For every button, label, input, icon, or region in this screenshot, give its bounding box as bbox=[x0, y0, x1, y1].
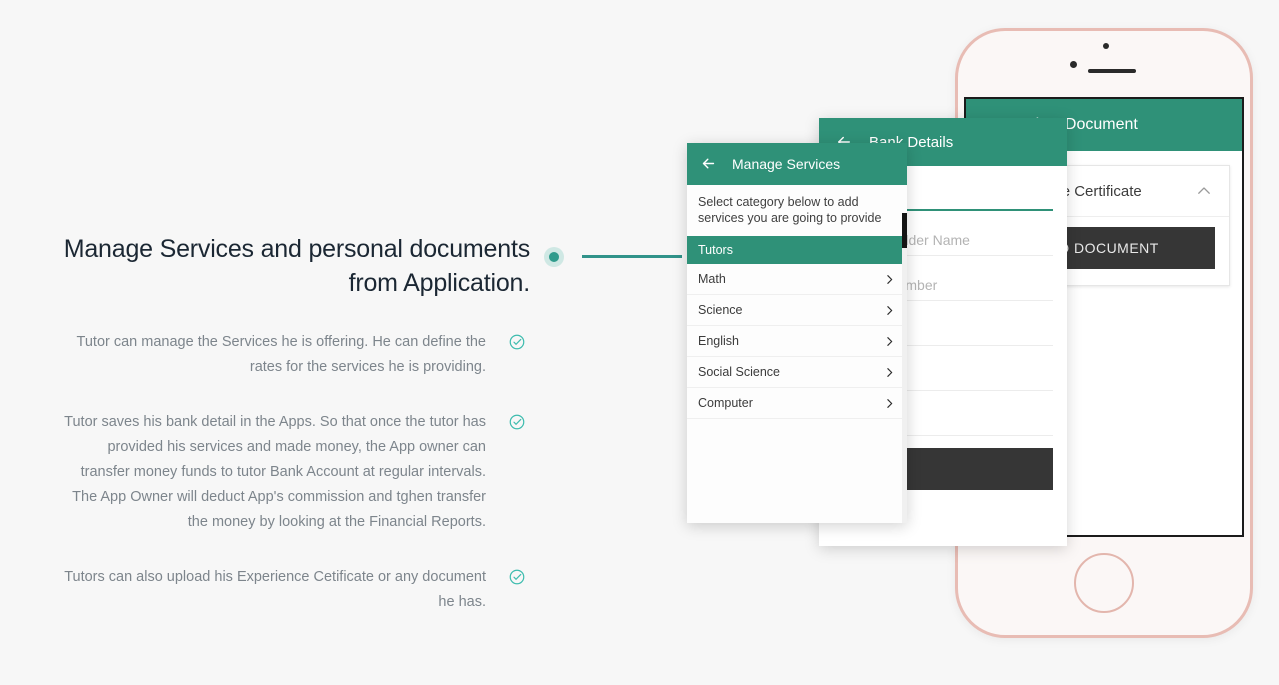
category-section-tutors[interactable]: Tutors bbox=[687, 236, 907, 264]
chevron-right-icon[interactable] bbox=[883, 397, 896, 410]
service-label: Computer bbox=[698, 396, 753, 410]
feature-item: Tutor can manage the Services he is offe… bbox=[60, 330, 530, 380]
chevron-up-icon[interactable] bbox=[1195, 182, 1213, 200]
chevron-right-icon[interactable] bbox=[883, 366, 896, 379]
phone-sensor-icon bbox=[1103, 43, 1109, 49]
feature-item: Tutor saves his bank detail in the Apps.… bbox=[60, 410, 530, 535]
check-circle-icon bbox=[508, 568, 526, 586]
copy-block: Manage Services and personal documents f… bbox=[60, 232, 530, 615]
scrollbar-thumb[interactable] bbox=[902, 213, 907, 248]
manage-services-subtitle: Select category below to add services yo… bbox=[687, 185, 907, 236]
service-row-math[interactable]: Math bbox=[687, 264, 907, 295]
service-row-english[interactable]: English bbox=[687, 326, 907, 357]
manage-services-header: Manage Services bbox=[687, 143, 907, 185]
phone-camera-icon bbox=[1070, 61, 1077, 68]
feature-item: Tutors can also upload his Experience Ce… bbox=[60, 565, 530, 615]
feature-text: Tutors can also upload his Experience Ce… bbox=[64, 569, 486, 610]
arrow-back-icon[interactable] bbox=[700, 155, 718, 173]
page-root: Manage Services and personal documents f… bbox=[0, 0, 1279, 685]
service-label: Social Science bbox=[698, 365, 780, 379]
scrollbar-track[interactable] bbox=[902, 213, 907, 523]
manage-services-panel: Manage Services Select category below to… bbox=[687, 143, 907, 523]
service-row-science[interactable]: Science bbox=[687, 295, 907, 326]
service-label: Science bbox=[698, 303, 743, 317]
manage-services-title: Manage Services bbox=[732, 156, 841, 172]
service-label: English bbox=[698, 334, 739, 348]
check-circle-icon bbox=[508, 333, 526, 351]
connector-line bbox=[582, 255, 682, 258]
check-circle-icon bbox=[508, 413, 526, 431]
chevron-right-icon[interactable] bbox=[883, 335, 896, 348]
service-row-social-science[interactable]: Social Science bbox=[687, 357, 907, 388]
phone-home-button[interactable] bbox=[1074, 553, 1134, 613]
chevron-right-icon[interactable] bbox=[883, 304, 896, 317]
page-title: Manage Services and personal documents f… bbox=[63, 235, 530, 297]
service-label: Math bbox=[698, 272, 726, 286]
feature-text: Tutor can manage the Services he is offe… bbox=[76, 334, 486, 375]
chevron-right-icon[interactable] bbox=[883, 273, 896, 286]
phone-speaker-grille bbox=[1088, 69, 1136, 73]
feature-text: Tutor saves his bank detail in the Apps.… bbox=[64, 414, 486, 530]
connector-dot bbox=[544, 247, 564, 267]
service-row-computer[interactable]: Computer bbox=[687, 388, 907, 419]
